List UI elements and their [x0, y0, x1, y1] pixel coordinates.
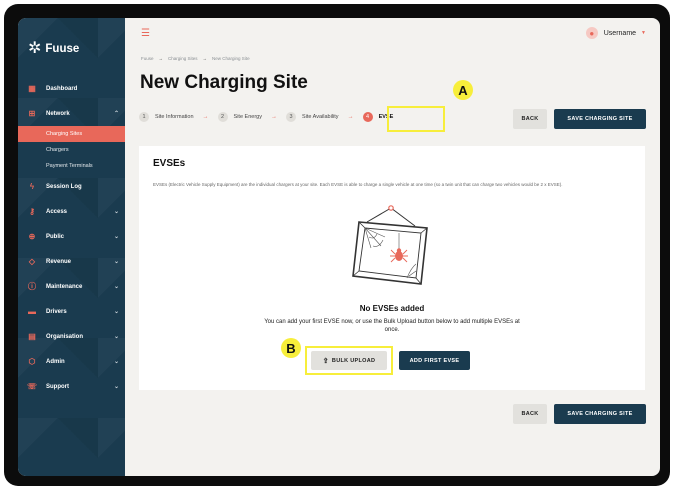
sidebar-item-label: Admin: [46, 358, 65, 365]
step-2[interactable]: 2 Site Energy: [217, 112, 262, 122]
sidebar-item-revenue[interactable]: ◇ Revenue ⌄: [18, 249, 125, 274]
sidebar-item-label: Session Log: [46, 183, 82, 190]
highlight-box-a: [387, 106, 445, 132]
stepper: 1 Site Information → 2 Site Energy → 3 Site Ava…: [139, 112, 393, 122]
key-icon: ⚷: [29, 207, 35, 216]
sidebar-item-maintenance[interactable]: ⓘ Maintenance ⌄: [18, 274, 125, 299]
step-number: 4: [362, 112, 373, 122]
sidebar-item-organisation[interactable]: ▤ Organisation ⌄: [18, 324, 125, 349]
chevron-down-icon: ⌄: [113, 384, 119, 390]
step-number: 2: [217, 112, 228, 122]
breadcrumb-item[interactable]: Fuuse: [141, 56, 154, 61]
arrow-right-icon: →: [347, 114, 354, 120]
sidebar-item-dashboard[interactable]: ▦ Dashboard: [18, 76, 125, 101]
back-button[interactable]: BACK: [513, 109, 547, 129]
arrow-right-icon: →: [202, 114, 209, 120]
chevron-down-icon: ⌄: [113, 259, 119, 265]
empty-frame-spider-illustration: [352, 205, 428, 285]
sidebar-item-label: Organisation: [46, 333, 84, 340]
arrow-right-icon: →: [158, 56, 164, 61]
arrow-right-icon: →: [270, 114, 277, 120]
fuuse-star-icon: ✲: [28, 40, 42, 57]
step-1[interactable]: 1 Site Information: [139, 112, 194, 122]
step-label: Site Energy: [233, 114, 262, 120]
step-number: 1: [139, 112, 149, 122]
chevron-down-icon: ⌄: [113, 359, 119, 365]
sidebar-item-session-log[interactable]: ϟ Session Log: [18, 174, 125, 199]
menu-icon[interactable]: ☰: [141, 28, 150, 39]
page-title: New Charging Site: [140, 72, 308, 93]
sidebar-item-label: Support: [46, 383, 69, 390]
sidebar-item-admin[interactable]: ⬡ Admin ⌄: [18, 349, 125, 374]
chevron-down-icon: ⌄: [113, 234, 119, 240]
app-screen: ✲ Fuuse ▦ Dashboard ⊞ Network ⌃ Charging Site…: [18, 18, 660, 476]
main-content: ☰ ● Username ▼ Fuuse → Charging Sites → …: [125, 18, 660, 476]
sidebar-item-network[interactable]: ⊞ Network ⌃: [18, 101, 125, 126]
sidebar-item-drivers[interactable]: ▬ Drivers ⌄: [18, 299, 125, 324]
username: Username: [603, 29, 637, 37]
sidebar-item-label: Network: [46, 110, 70, 117]
sidebar-item-access[interactable]: ⚷ Access ⌄: [18, 199, 125, 224]
back-button-bottom[interactable]: BACK: [513, 404, 547, 424]
chevron-down-icon: ⌄: [113, 209, 119, 215]
globe-icon: ⊕: [28, 232, 36, 241]
chevron-down-icon: ▼: [641, 30, 646, 36]
breadcrumb-item[interactable]: Charging Sites: [168, 56, 198, 61]
sidebar-item-label: Access: [46, 208, 68, 215]
breadcrumb-item: New Charging Site: [212, 56, 250, 61]
tag-icon: ◇: [28, 257, 36, 266]
dashboard-icon: ▦: [28, 84, 36, 93]
sidebar-nav: ▦ Dashboard ⊞ Network ⌃ Charging Sites Charger…: [18, 76, 125, 399]
chevron-up-icon: ⌃: [113, 111, 119, 117]
chevron-down-icon: ⌄: [113, 334, 119, 340]
sidebar-subitem-charging-sites[interactable]: Charging Sites: [18, 126, 125, 142]
save-charging-site-button[interactable]: SAVE CHARGING SITE: [554, 109, 646, 129]
chevron-down-icon: ⌄: [113, 309, 119, 315]
chevron-down-icon: ⌄: [113, 284, 119, 290]
phone-icon: ☏: [26, 382, 37, 391]
avatar-icon: ●: [585, 27, 598, 39]
building-icon: ▤: [28, 332, 36, 341]
car-icon: ▬: [28, 307, 36, 316]
step-3[interactable]: 3 Site Availability: [285, 112, 339, 122]
step-number: 3: [285, 112, 296, 122]
sidebar-item-label: Public: [46, 233, 65, 240]
arrow-right-icon: →: [202, 56, 208, 61]
sidebar-item-public[interactable]: ⊕ Public ⌄: [18, 224, 125, 249]
logo[interactable]: ✲ Fuuse: [18, 18, 125, 64]
sidebar-item-label: Maintenance: [46, 283, 83, 290]
highlight-box-b: [305, 346, 393, 375]
sidebar: ✲ Fuuse ▦ Dashboard ⊞ Network ⌃ Charging Site…: [18, 18, 125, 476]
breadcrumb: Fuuse → Charging Sites → New Charging Si…: [141, 56, 250, 61]
annotation-badge-b: B: [281, 338, 301, 358]
empty-state-title: No EVSEs added: [359, 304, 425, 313]
annotation-badge-a: A: [453, 80, 473, 100]
user-menu[interactable]: ● Username ▼: [585, 27, 646, 39]
step-label: Site Information: [155, 114, 194, 120]
sidebar-subitem-payment-terminals[interactable]: Payment Terminals: [18, 158, 125, 174]
lightning-icon: ϟ: [29, 182, 35, 191]
sidebar-subitem-chargers[interactable]: Chargers: [18, 142, 125, 158]
shield-icon: ⬡: [28, 357, 36, 366]
alert-icon: ⓘ: [28, 282, 36, 291]
card-description: EVSEs (Electric Vehicle Supply Equipment…: [153, 182, 563, 187]
sidebar-item-label: Drivers: [46, 308, 67, 315]
sidebar-item-label: Revenue: [46, 258, 72, 265]
evse-card: EVSEs EVSEs (Electric Vehicle Supply Equ…: [139, 146, 645, 390]
sidebar-item-label: Dashboard: [46, 85, 78, 92]
add-first-evse-button[interactable]: ADD FIRST EVSE: [399, 351, 470, 370]
card-heading: EVSEs: [153, 158, 186, 169]
sidebar-item-support[interactable]: ☏ Support ⌄: [18, 374, 125, 399]
step-label: Site Availability: [301, 114, 339, 120]
empty-state-text: You can add your first EVSE now, or use …: [264, 319, 520, 334]
network-icon: ⊞: [28, 109, 36, 118]
logo-text: Fuuse: [45, 43, 80, 55]
save-charging-site-button-bottom[interactable]: SAVE CHARGING SITE: [554, 404, 646, 424]
